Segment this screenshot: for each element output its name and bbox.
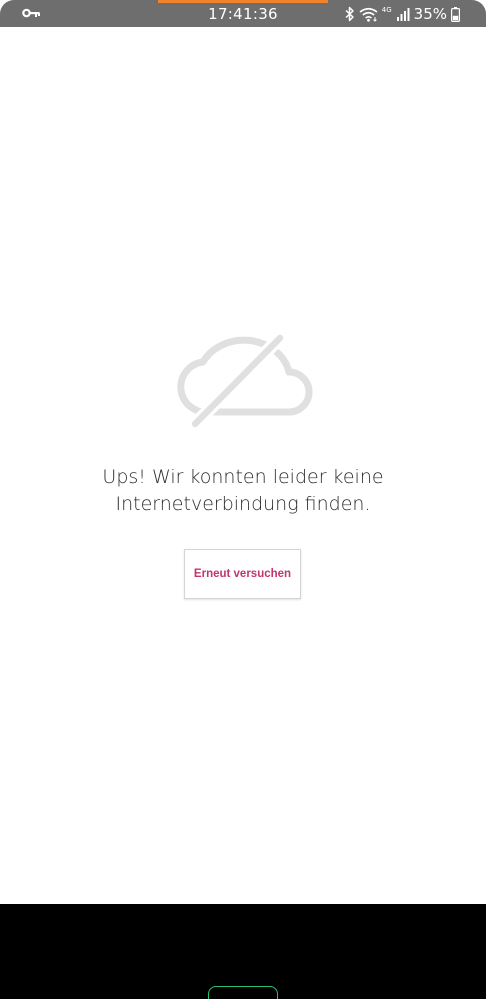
cloud-off-icon <box>177 331 313 430</box>
home-button[interactable] <box>208 986 278 999</box>
network-type-label: 4G <box>381 5 392 14</box>
battery-icon <box>451 6 460 22</box>
retry-button[interactable]: Erneut versuchen <box>184 549 301 599</box>
status-bar: 17:41:36 4G 35% <box>0 0 486 27</box>
error-message: Ups! Wir konnten leider keine Internetve… <box>43 464 443 518</box>
status-icons: 4G 35% <box>345 5 460 23</box>
error-message-line2: Internetverbindung finden. <box>115 493 371 515</box>
bluetooth-icon <box>345 6 354 22</box>
retry-button-label: Erneut versuchen <box>193 568 292 580</box>
navigation-bar <box>0 904 486 999</box>
status-accent-line <box>158 0 328 3</box>
screen: 17:41:36 4G 35% Ups! Wir konnten leider … <box>0 0 486 999</box>
signal-icon <box>396 8 410 21</box>
wifi-icon <box>359 7 378 22</box>
battery-percent: 35% <box>413 5 447 23</box>
error-message-line1: Ups! Wir konnten leider keine <box>102 466 384 488</box>
